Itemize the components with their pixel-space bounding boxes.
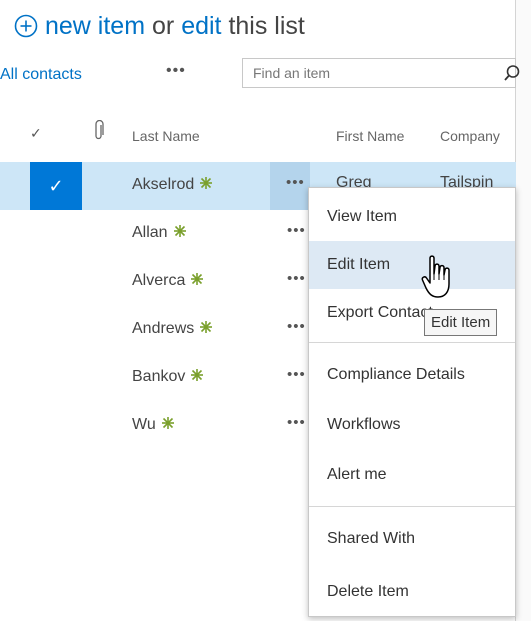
row-last-name-text[interactable]: Alverca: [132, 272, 185, 289]
search-box: [242, 58, 520, 88]
row-more-button[interactable]: •••: [287, 318, 306, 335]
menu-item-alert-me[interactable]: Alert me: [309, 451, 515, 499]
page-right-margin: [516, 0, 531, 621]
menu-item-shared-with[interactable]: Shared With: [309, 515, 515, 563]
hand-pointer-icon: [421, 255, 450, 298]
row-last-name[interactable]: Allan: [132, 224, 187, 242]
new-item-icon: [200, 321, 213, 333]
menu-separator: [309, 506, 515, 507]
view-selector[interactable]: All contacts: [0, 66, 82, 84]
row-more-button[interactable]: •••: [287, 366, 306, 383]
new-item-icon: [161, 417, 174, 429]
row-last-name[interactable]: Andrews: [132, 320, 213, 338]
row-more-button[interactable]: •••: [287, 414, 306, 431]
column-header-last-name[interactable]: Last Name: [132, 128, 200, 144]
menu-item-delete-item[interactable]: Delete Item: [309, 568, 515, 616]
row-more-button[interactable]: •••: [287, 270, 306, 287]
this-list-text: this list: [228, 11, 305, 40]
new-item-link[interactable]: new item: [45, 12, 145, 41]
edit-list-link[interactable]: edit: [181, 12, 221, 41]
row-last-name-text[interactable]: Akselrod: [132, 176, 194, 193]
menu-item-workflows[interactable]: Workflows: [309, 401, 515, 449]
menu-item-edit-item[interactable]: Edit Item: [309, 241, 515, 289]
row-checkbox-selected[interactable]: ✓: [30, 162, 82, 210]
column-header-company[interactable]: Company: [440, 128, 516, 144]
row-last-name[interactable]: Akselrod: [132, 176, 213, 194]
new-item-icon: [200, 177, 213, 189]
row-last-name-text[interactable]: Bankov: [132, 368, 185, 385]
row-last-name[interactable]: Bankov: [132, 368, 204, 386]
list-heading: new item or edit this list: [14, 8, 305, 44]
item-context-menu: View Item Edit Item Export Contact Compl…: [308, 187, 516, 617]
column-header-first-name[interactable]: First Name: [336, 128, 404, 144]
view-more-button[interactable]: •••: [166, 62, 186, 80]
tooltip: Edit Item: [424, 309, 498, 336]
select-all-checkbox[interactable]: ✓: [30, 125, 42, 142]
row-last-name-text[interactable]: Allan: [132, 224, 168, 241]
row-more-button[interactable]: •••: [270, 162, 310, 210]
search-icon[interactable]: [503, 64, 521, 82]
add-circle-icon[interactable]: [14, 14, 38, 38]
row-last-name-text[interactable]: Andrews: [132, 320, 194, 337]
search-input[interactable]: [243, 59, 483, 87]
menu-item-compliance-details[interactable]: Compliance Details: [309, 351, 515, 399]
new-item-icon: [191, 369, 204, 381]
menu-separator: [309, 342, 515, 343]
new-item-icon: [191, 273, 204, 285]
row-last-name[interactable]: Alverca: [132, 272, 204, 290]
row-last-name-text[interactable]: Wu: [132, 416, 156, 433]
or-text: or: [152, 11, 175, 40]
row-more-button[interactable]: •••: [287, 222, 306, 239]
new-item-icon: [173, 225, 186, 237]
menu-item-view-item[interactable]: View Item: [309, 193, 515, 241]
attachment-icon: [95, 120, 104, 140]
row-last-name[interactable]: Wu: [132, 416, 175, 434]
